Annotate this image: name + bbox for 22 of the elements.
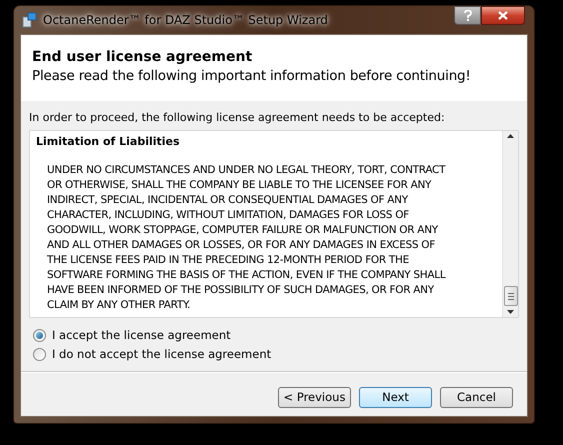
help-button[interactable] (454, 6, 481, 25)
radio-button[interactable] (33, 328, 46, 342)
license-heading: Limitation of Liabilities (36, 134, 181, 149)
dialog-button[interactable]: < Previous (278, 387, 351, 408)
instruction-text: In order to proceed, the following license agreement needs to be accepted: (29, 111, 446, 125)
close-button[interactable] (481, 6, 525, 25)
scrollbar-thumb[interactable] (504, 286, 518, 306)
license-paragraph: UNDER NO CIRCUMSTANCES AND UNDER NO LEGAL THEORY, TORT, CONTRACT OR OTHERWISE, SHALL THE COMPANY BE LIABLE TO THE LICENSEE FOR ANY INDIRECT, SPECIAL, INCIDENTAL OR CONSEQUENTIAL DAMAGES OF ANY CHARACTER, INCLUDING, WITHOUT LIMITATION, DAMAGES FOR LOSS OF GOODWILL, WORK STOPPAGE, COMPUTER FAILURE OR MALFUNCTION OR ANY AND ALL OTHER DAMAGES OR LOSSES, OR FOR ANY DAMAGES IN EXCESS OF THE LICENSE FEES PAID IN THE PRECEDING 12-MONTH PERIOD FOR THE SOFTWARE FORMING THE BASIS OF THE ACTION, EVEN IF THE COMPANY SHALL HAVE BEEN INFORMED OF THE POSSIBILITY OF SUCH DAMAGES, OR FOR ANY CLAIM BY ANY OTHER PARTY. (47, 163, 447, 313)
window-title: OctaneRender™ for DAZ Studio™ Setup Wizard (43, 12, 328, 29)
radio-label[interactable]: I do not accept the license agreement (52, 347, 272, 361)
dialog-button[interactable]: Cancel (440, 387, 513, 408)
close-icon (498, 11, 508, 20)
page-subtitle: Please read the following important information before continuing! (32, 67, 472, 86)
page-title: End user license agreement (32, 48, 254, 66)
scroll-down-icon[interactable] (507, 310, 514, 314)
scrollbar[interactable] (502, 131, 518, 317)
help-icon (464, 10, 472, 21)
installer-icon (21, 12, 37, 28)
dialog-button[interactable]: Next (359, 387, 432, 408)
scroll-up-icon[interactable] (507, 134, 514, 138)
radio-label[interactable]: I accept the license agreement (52, 328, 231, 342)
radio-button[interactable] (33, 348, 46, 360)
